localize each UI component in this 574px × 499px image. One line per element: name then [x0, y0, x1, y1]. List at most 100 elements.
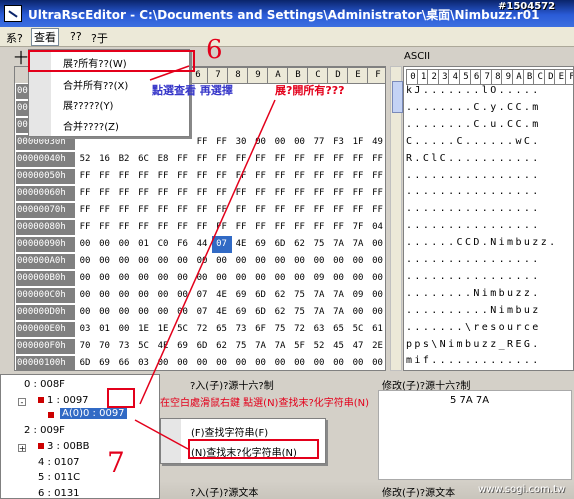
hex-byte[interactable]: FF: [290, 168, 310, 185]
hex-byte[interactable]: 00: [348, 270, 368, 287]
hex-byte[interactable]: [368, 117, 386, 134]
hex-byte[interactable]: 00: [134, 304, 154, 321]
tree-item[interactable]: 0 : 008F: [24, 379, 65, 390]
hex-byte[interactable]: 00: [114, 253, 134, 270]
hex-byte[interactable]: [231, 100, 251, 117]
hex-byte[interactable]: FF: [114, 168, 134, 185]
hex-byte[interactable]: 00: [75, 287, 95, 304]
hex-byte[interactable]: 00: [114, 304, 134, 321]
hex-byte[interactable]: [309, 117, 329, 134]
hex-scrollbar[interactable]: [390, 66, 403, 371]
hex-byte[interactable]: FF: [231, 168, 251, 185]
hex-byte[interactable]: 00: [173, 270, 193, 287]
hex-byte[interactable]: 6D: [270, 236, 290, 253]
hex-byte[interactable]: 00: [368, 253, 386, 270]
hex-byte[interactable]: 75: [290, 304, 310, 321]
hex-byte[interactable]: 00: [95, 253, 115, 270]
hex-byte[interactable]: FF: [251, 219, 271, 236]
hex-byte[interactable]: 7A: [251, 338, 271, 355]
hex-byte[interactable]: 00: [309, 253, 329, 270]
hex-byte[interactable]: 5F: [290, 338, 310, 355]
hex-byte[interactable]: 00: [368, 236, 386, 253]
hex-byte[interactable]: 00: [153, 355, 173, 370]
hex-byte[interactable]: FF: [290, 219, 310, 236]
tree-item[interactable]: 4 : 0107: [38, 457, 80, 468]
hex-byte[interactable]: 73: [114, 338, 134, 355]
hex-byte[interactable]: 62: [290, 236, 310, 253]
hex-byte[interactable]: FF: [329, 168, 349, 185]
hex-byte[interactable]: 07: [192, 304, 212, 321]
tree-item[interactable]: 3 : 00BB: [38, 441, 90, 452]
hex-byte[interactable]: 00: [251, 134, 271, 151]
hex-byte[interactable]: [251, 83, 271, 100]
hex-byte[interactable]: FF: [192, 168, 212, 185]
hex-byte[interactable]: 66: [114, 355, 134, 370]
hex-byte[interactable]: FF: [348, 168, 368, 185]
hex-byte[interactable]: 7A: [329, 304, 349, 321]
hex-byte[interactable]: FF: [134, 185, 154, 202]
tree-item[interactable]: 2 : 009F: [24, 425, 65, 436]
hex-byte[interactable]: 00: [309, 355, 329, 370]
hex-byte[interactable]: FF: [348, 202, 368, 219]
hex-byte[interactable]: 61: [368, 321, 386, 338]
hex-byte[interactable]: 00: [251, 253, 271, 270]
hex-byte[interactable]: FF: [251, 185, 271, 202]
hex-byte[interactable]: FF: [173, 168, 193, 185]
hex-byte[interactable]: [309, 100, 329, 117]
tree-item[interactable]: 6 : 0131: [38, 488, 80, 499]
hex-byte[interactable]: 00: [290, 253, 310, 270]
menu-collapse-all[interactable]: 合并所有??(X): [63, 77, 128, 92]
hex-byte[interactable]: FF: [212, 134, 232, 151]
hex-byte[interactable]: E8: [153, 151, 173, 168]
hex-byte[interactable]: FF: [153, 202, 173, 219]
hex-byte[interactable]: 75: [290, 287, 310, 304]
hex-byte[interactable]: 09: [309, 270, 329, 287]
hex-byte[interactable]: F3: [329, 134, 349, 151]
hex-byte[interactable]: 07: [192, 287, 212, 304]
hex-byte[interactable]: 00: [368, 304, 386, 321]
hex-byte[interactable]: FF: [270, 168, 290, 185]
hex-byte[interactable]: FF: [95, 219, 115, 236]
hex-byte[interactable]: FF: [270, 151, 290, 168]
hex-byte[interactable]: 00: [75, 253, 95, 270]
hex-byte[interactable]: 00: [212, 253, 232, 270]
hex-byte[interactable]: FF: [114, 202, 134, 219]
menu-about[interactable]: ?于: [91, 30, 108, 46]
hex-byte[interactable]: 4E: [153, 338, 173, 355]
hex-byte[interactable]: 70: [75, 338, 95, 355]
hex-byte[interactable]: 73: [231, 321, 251, 338]
ctx-find-string[interactable]: (F)查找字符串(F): [191, 424, 268, 439]
hex-byte[interactable]: 70: [95, 338, 115, 355]
hex-byte[interactable]: 00: [75, 304, 95, 321]
hex-byte[interactable]: FF: [309, 202, 329, 219]
hex-byte[interactable]: 00: [212, 270, 232, 287]
tree-item[interactable]: 1 : 0097: [38, 395, 89, 406]
hex-byte[interactable]: [329, 100, 349, 117]
hex-byte[interactable]: 00: [290, 134, 310, 151]
hex-byte[interactable]: 00: [270, 270, 290, 287]
hex-byte[interactable]: 7A: [270, 338, 290, 355]
hex-byte[interactable]: 00: [368, 355, 386, 370]
hex-byte[interactable]: 00: [95, 270, 115, 287]
hex-byte[interactable]: 00: [270, 134, 290, 151]
hex-byte[interactable]: 00: [173, 253, 193, 270]
hex-byte[interactable]: 7A: [309, 287, 329, 304]
hex-byte[interactable]: FF: [348, 185, 368, 202]
hex-byte[interactable]: 75: [270, 321, 290, 338]
hex-byte[interactable]: FF: [75, 219, 95, 236]
hex-byte[interactable]: 00: [153, 304, 173, 321]
hex-byte[interactable]: FF: [309, 219, 329, 236]
hex-byte[interactable]: FF: [329, 151, 349, 168]
hex-byte[interactable]: 00: [329, 355, 349, 370]
hex-byte[interactable]: [231, 83, 251, 100]
hex-byte[interactable]: C0: [153, 236, 173, 253]
hex-byte[interactable]: 00: [290, 355, 310, 370]
hex-byte[interactable]: [212, 100, 232, 117]
hex-byte[interactable]: 00: [348, 355, 368, 370]
hex-byte[interactable]: FF: [192, 219, 212, 236]
hex-byte[interactable]: 72: [290, 321, 310, 338]
hex-byte[interactable]: FF: [114, 185, 134, 202]
hex-byte[interactable]: 03: [75, 321, 95, 338]
hex-byte[interactable]: [348, 83, 368, 100]
tree-item-selected[interactable]: A(0)0 : 0097: [60, 408, 127, 419]
